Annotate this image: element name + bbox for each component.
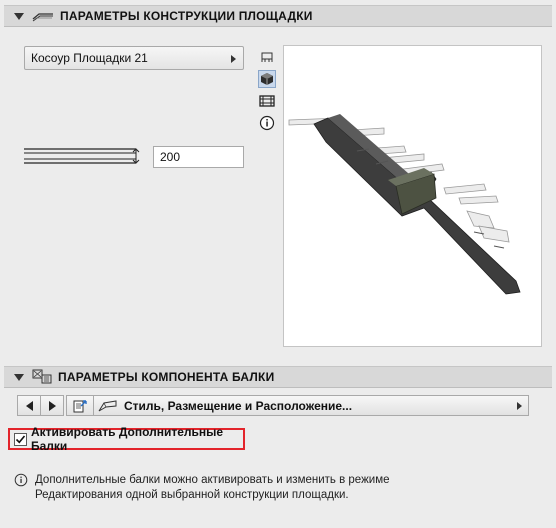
beam-component-icon (32, 369, 52, 384)
section-title: ПАРАМЕТРЫ КОМПОНЕНТА БАЛКИ (58, 370, 275, 384)
beam-style-icon (98, 399, 117, 411)
collapse-triangle-icon[interactable] (14, 12, 24, 20)
beam-profile-thickness-icon (24, 147, 142, 170)
info-icon[interactable] (258, 114, 276, 132)
activate-additional-beams-checkbox[interactable] (14, 432, 27, 446)
panel-tab-label: Стиль, Размещение и Расположение... (124, 398, 353, 413)
dropdown-arrow-icon (517, 402, 522, 410)
thickness-input[interactable]: 200 (153, 146, 244, 168)
component-toolbar: Стиль, Размещение и Расположение... (17, 395, 529, 416)
collapse-triangle-icon[interactable] (14, 373, 24, 381)
settings-transfer-button[interactable] (66, 395, 94, 416)
3d-view-icon[interactable] (258, 70, 276, 88)
plan-view-icon[interactable] (258, 48, 276, 66)
previous-arrow-icon (25, 400, 33, 411)
info-note: Дополнительные балки можно активировать … (14, 473, 435, 503)
next-button[interactable] (40, 395, 64, 416)
landing-structure-section-header[interactable]: ПАРАМЕТРЫ КОНСТРУКЦИИ ПЛОЩАДКИ (4, 5, 552, 27)
panel-tab-selector[interactable]: Стиль, Размещение и Расположение... (93, 395, 529, 416)
section-title: ПАРАМЕТРЫ КОНСТРУКЦИИ ПЛОЩАДКИ (60, 9, 313, 23)
beam-component-section-header[interactable]: ПАРАМЕТРЫ КОМПОНЕНТА БАЛКИ (4, 366, 552, 388)
checkbox-label: Активировать Дополнительные Балки (31, 425, 224, 453)
next-arrow-icon (48, 400, 56, 411)
activate-additional-beams-option[interactable]: Активировать Дополнительные Балки (8, 425, 245, 453)
info-icon (14, 473, 28, 487)
section-view-icon[interactable] (258, 92, 276, 110)
element-dropdown[interactable]: Косоур Площадки 21 (24, 46, 244, 70)
structure-3d-preview (283, 45, 542, 347)
checkmark-icon (15, 434, 26, 443)
settings-transfer-icon (73, 399, 87, 412)
info-text-line: Редактирования одной выбранной конструкц… (35, 489, 349, 501)
previous-button[interactable] (17, 395, 41, 416)
element-dropdown-value: Косоур Площадки 21 (31, 51, 148, 65)
info-text: Дополнительные балки можно активировать … (35, 473, 435, 503)
info-text-line: Дополнительные балки можно активировать … (35, 474, 390, 486)
view-mode-toolbar (258, 48, 276, 136)
dropdown-arrow-icon (231, 55, 236, 63)
stair-structure-icon (32, 13, 53, 22)
